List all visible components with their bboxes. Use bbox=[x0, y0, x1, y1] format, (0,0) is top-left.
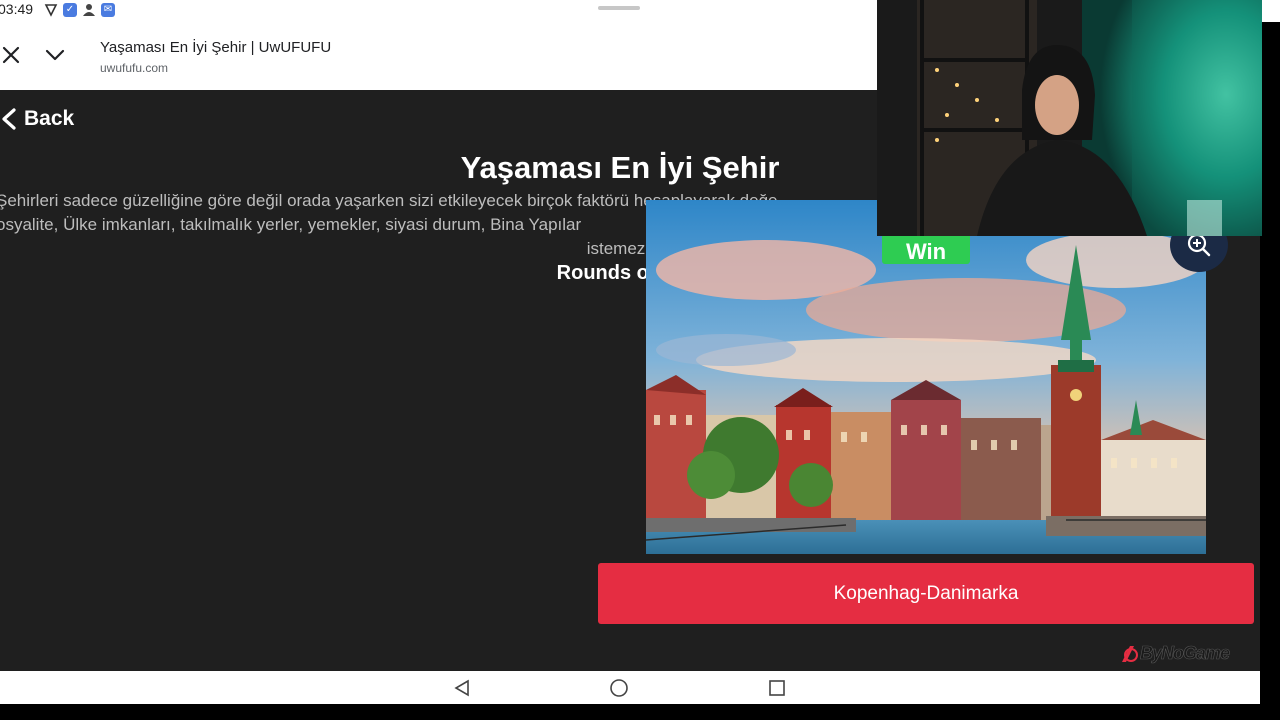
back-label: Back bbox=[24, 107, 75, 130]
back-button[interactable]: Back bbox=[0, 107, 74, 131]
person-icon bbox=[83, 4, 95, 16]
page-url: uwufufu.com bbox=[100, 61, 169, 75]
bynogame-logo-icon bbox=[1122, 645, 1138, 662]
webcam-overlay bbox=[877, 0, 1262, 236]
close-icon[interactable] bbox=[1, 45, 21, 65]
nav-recents-icon[interactable] bbox=[767, 678, 787, 698]
nav-back-icon[interactable] bbox=[452, 678, 472, 698]
drag-handle[interactable] bbox=[598, 6, 640, 10]
nav-home-icon[interactable] bbox=[609, 678, 629, 698]
vpn-shield-icon bbox=[44, 4, 58, 17]
page-tab-title: Yaşaması En İyi Şehir | UwUFUFU bbox=[100, 39, 332, 56]
chevron-left-icon bbox=[2, 108, 16, 130]
screen-edge bbox=[1260, 236, 1280, 720]
watermark-logo: ByNoGame bbox=[1120, 643, 1231, 664]
shield-check-icon: ✓ bbox=[63, 3, 77, 17]
status-icons: ✓ ✉ bbox=[44, 3, 115, 17]
webcam-feed bbox=[877, 0, 1262, 236]
watermark-text: ByNoGame bbox=[1140, 643, 1231, 664]
message-icon: ✉ bbox=[101, 3, 115, 17]
candidate-select-button[interactable]: Kopenhag-Danimarka bbox=[598, 563, 1254, 624]
browser-header: Yaşaması En İyi Şehir | UwUFUFU uwufufu.… bbox=[0, 22, 878, 90]
chevron-down-icon[interactable] bbox=[44, 47, 66, 63]
system-nav-bar bbox=[0, 671, 1260, 704]
status-time: 03:49 bbox=[0, 1, 34, 17]
